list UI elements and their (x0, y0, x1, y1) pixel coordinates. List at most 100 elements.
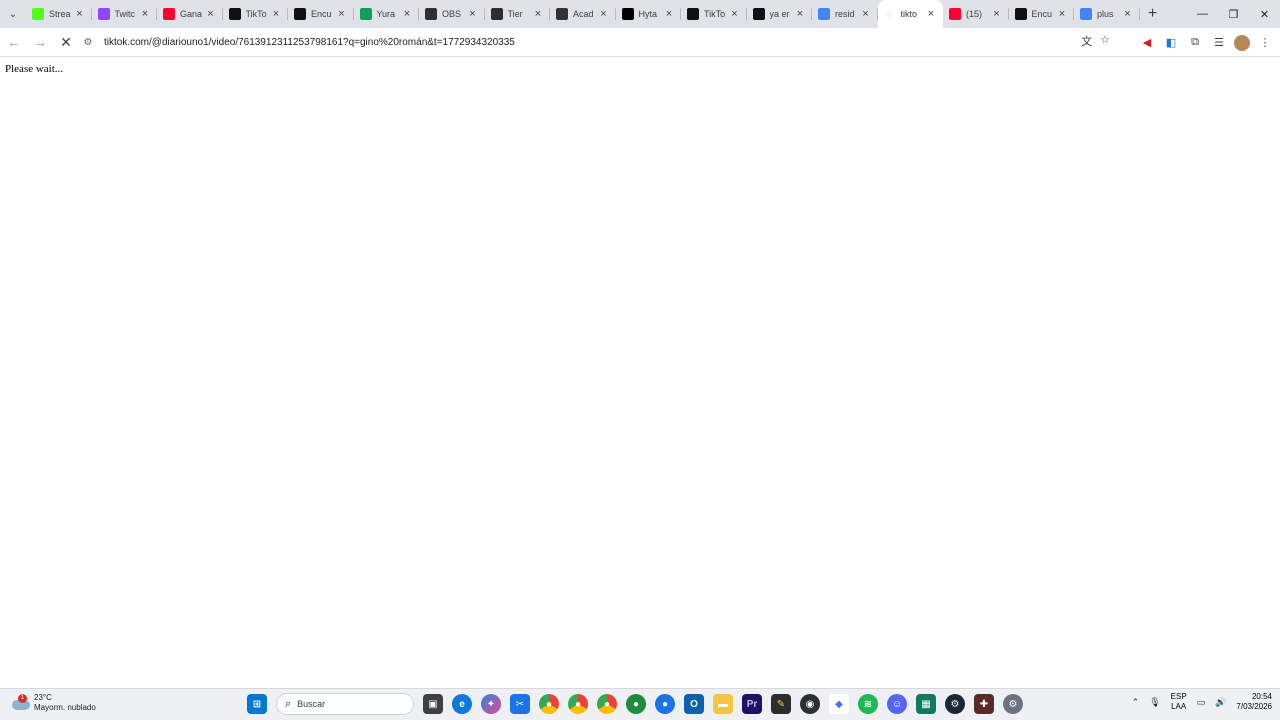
windows-start-icon[interactable]: ⊞ (247, 694, 267, 714)
tab-8[interactable]: Acad × (550, 0, 616, 28)
close-tab-icon[interactable]: × (729, 8, 741, 20)
tab-5[interactable]: Yura × (354, 0, 420, 28)
tab-2[interactable]: Gana × (157, 0, 223, 28)
tab-6[interactable]: OBS × (419, 0, 485, 28)
url-text[interactable]: tiktok.com/@diariouno1/video/76139123112… (104, 37, 515, 48)
close-tab-icon[interactable]: × (991, 8, 1003, 20)
new-tab-button[interactable]: + (1140, 0, 1166, 28)
close-tab-icon[interactable]: × (1056, 8, 1068, 20)
weather-widget[interactable]: 1 23°C Mayorm. nublado (12, 693, 96, 713)
notes-icon[interactable]: ✎ (771, 694, 791, 714)
restore-button[interactable]: ❐ (1218, 0, 1249, 28)
close-tab-icon[interactable]: × (532, 8, 544, 20)
chevron-up-icon[interactable]: ⌃ (1132, 697, 1140, 708)
tab-0[interactable]: Strea × (26, 0, 92, 28)
chrome-profile-icon[interactable]: ● (568, 694, 588, 714)
chrome-icon[interactable]: ● (539, 694, 559, 714)
tab-12[interactable]: resid × (812, 0, 878, 28)
loading-message: Please wait... (5, 63, 64, 75)
sheets-icon (359, 8, 372, 20)
language-indicator[interactable]: ESP LAA (1171, 692, 1187, 712)
tab-3[interactable]: TikTo × (223, 0, 289, 28)
megaphone-extension-icon[interactable]: ◀ (1138, 34, 1156, 52)
menu-kebab-icon[interactable]: ⋮ (1256, 34, 1274, 52)
outlook-icon[interactable]: O (684, 694, 704, 714)
close-tab-icon[interactable]: × (74, 8, 86, 20)
tab-title: Acad (573, 9, 594, 19)
close-tab-icon[interactable]: × (401, 8, 413, 20)
academy-icon (556, 8, 568, 20)
copilot-icon[interactable]: ✦ (481, 694, 501, 714)
discord-icon[interactable]: ☺ (887, 694, 907, 714)
minimize-button[interactable]: — (1187, 0, 1218, 28)
site-info-icon[interactable]: ⚙ (78, 37, 98, 48)
chrome-green-icon[interactable]: ● (626, 694, 646, 714)
tab-9[interactable]: Hyta × (616, 0, 682, 28)
close-tab-icon[interactable]: × (663, 8, 675, 20)
edge-icon[interactable]: e (452, 694, 472, 714)
extensions-puzzle-icon[interactable]: ⧉ (1186, 34, 1204, 52)
close-tab-icon[interactable]: × (1122, 8, 1134, 20)
media-controls-icon[interactable]: ☰ (1210, 34, 1228, 52)
close-tab-icon[interactable]: × (205, 8, 217, 20)
vpn-icon[interactable]: ◆ (829, 694, 849, 714)
close-tab-icon[interactable]: × (336, 8, 348, 20)
close-tab-icon[interactable]: × (794, 8, 806, 20)
clock-date: 7/03/2026 (1236, 702, 1272, 711)
tab-title: Encu (311, 9, 332, 19)
steam-icon[interactable]: ⚙ (945, 694, 965, 714)
bookmark-star-icon[interactable]: ☆ (1100, 33, 1110, 49)
chrome-blue-icon[interactable]: ● (655, 694, 675, 714)
tab-15[interactable]: Encu × (1009, 0, 1075, 28)
close-window-button[interactable]: ✕ (1249, 0, 1280, 28)
tab-16[interactable]: plus × (1074, 0, 1140, 28)
tab-title: Gana (180, 9, 203, 19)
chrome-active-icon[interactable]: ● (597, 694, 617, 714)
file-explorer-icon[interactable]: ▬ (713, 694, 733, 714)
tab-14[interactable]: (15) × (943, 0, 1009, 28)
tab-1[interactable]: Twitc × (92, 0, 158, 28)
tab-13[interactable]: ◌ tikto × (877, 0, 943, 28)
translator-extension-icon[interactable]: ◧ (1162, 34, 1180, 52)
game-app-icon[interactable]: ✚ (974, 694, 994, 714)
kick-icon (32, 8, 44, 20)
close-tab-icon[interactable]: × (598, 8, 610, 20)
obs-icon (425, 8, 437, 20)
volume-icon[interactable]: 🔊 (1215, 697, 1226, 708)
tab-11[interactable]: ya er × (747, 0, 813, 28)
spotify-icon[interactable]: ≋ (858, 694, 878, 714)
close-tab-icon[interactable]: × (139, 8, 151, 20)
stop-loading-button[interactable]: ✕ (54, 30, 78, 54)
tab-7[interactable]: Tier × (485, 0, 551, 28)
task-view-icon[interactable]: ▣ (423, 694, 443, 714)
close-tab-icon[interactable]: × (270, 8, 282, 20)
windows-taskbar: 1 23°C Mayorm. nublado ⊞ ⌕ Buscar ▣ e ✦ … (0, 688, 1280, 720)
tab-search-button[interactable]: ⌄ (0, 0, 26, 28)
close-tab-icon[interactable]: × (860, 8, 872, 20)
forward-button[interactable]: → (28, 30, 52, 54)
tab-4[interactable]: Encu × (288, 0, 354, 28)
close-tab-icon[interactable]: × (467, 8, 479, 20)
settings-icon[interactable]: ⚙ (1003, 694, 1023, 714)
microphone-icon[interactable]: 🎙 (1149, 697, 1160, 708)
back-button[interactable]: ← (2, 30, 26, 54)
translate-icon[interactable]: 文 (1081, 33, 1092, 49)
calculator-icon[interactable]: ▦ (916, 694, 936, 714)
minimize-icon: — (1197, 8, 1208, 20)
tab-title: resid (835, 9, 855, 19)
browser-toolbar: ← → ✕ ⚙ tiktok.com/@diariouno1/video/761… (0, 28, 1280, 57)
taskbar-search[interactable]: ⌕ Buscar (276, 693, 414, 715)
tab-10[interactable]: TikTo × (681, 0, 747, 28)
back-arrow-icon: ← (7, 34, 21, 50)
system-clock[interactable]: 20:54 7/03/2026 (1236, 692, 1272, 712)
tab-title: ya er (769, 9, 790, 19)
obs-icon[interactable]: ◉ (800, 694, 820, 714)
chevron-down-icon: ⌄ (8, 8, 18, 20)
premiere-icon[interactable]: Pr (742, 694, 762, 714)
close-tab-icon[interactable]: × (925, 8, 937, 20)
weather-temperature: 23°C (34, 693, 52, 702)
snipping-tool-icon[interactable]: ✂ (510, 694, 530, 714)
network-icon[interactable]: ▭ (1197, 697, 1206, 708)
address-bar[interactable]: ⚙ tiktok.com/@diariouno1/video/761391231… (78, 30, 1118, 54)
profile-avatar[interactable] (1234, 34, 1250, 51)
